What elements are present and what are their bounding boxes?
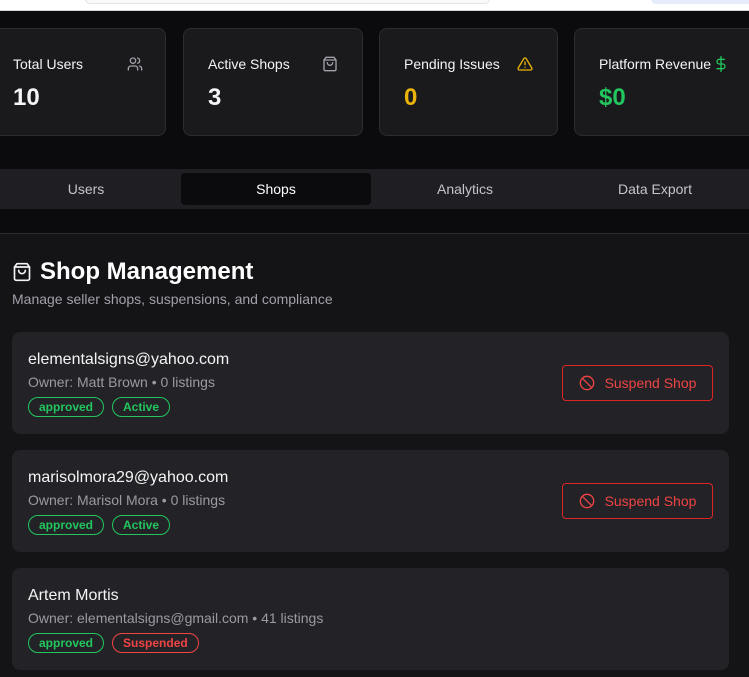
tab-bar: Users Shops Analytics Data Export xyxy=(0,169,749,209)
stat-label: Active Shops xyxy=(208,56,290,72)
stat-label: Platform Revenue xyxy=(599,56,712,72)
stat-label: Total Users xyxy=(13,56,84,72)
shop-owner: Owner: Matt Brown • 0 listings xyxy=(28,374,215,390)
shop-badges: approved Suspended xyxy=(28,633,199,653)
panel-heading: Shop Management xyxy=(12,258,253,286)
shop-owner: Owner: elementalsigns@gmail.com • 41 lis… xyxy=(28,610,324,626)
stat-label: Pending Issues xyxy=(404,56,500,72)
status-badge-approval: approved xyxy=(28,397,105,417)
status-badge-approval: approved xyxy=(28,633,105,653)
top-bar xyxy=(0,0,749,11)
shopping-bag-icon xyxy=(12,262,32,282)
status-badge-active: Active xyxy=(112,397,171,417)
suspend-shop-label: Suspend Shop xyxy=(604,493,697,509)
suspend-shop-label: Suspend Shop xyxy=(604,375,697,391)
page-title: Shop Management xyxy=(40,258,254,285)
users-icon xyxy=(127,56,143,72)
suspend-shop-button[interactable]: Suspend Shop xyxy=(562,365,713,401)
shop-badges: approved Active xyxy=(28,515,171,535)
shop-owner: Owner: Marisol Mora • 0 listings xyxy=(28,492,226,508)
shop-row: elementalsigns@yahoo.com Owner: Matt Bro… xyxy=(12,332,729,434)
tab-analytics[interactable]: Analytics xyxy=(370,173,560,205)
stat-value: 3 xyxy=(208,84,222,111)
search-input[interactable] xyxy=(85,0,490,4)
shop-badges: approved Active xyxy=(28,397,171,417)
status-badge-approval: approved xyxy=(28,515,105,535)
ban-icon xyxy=(579,375,595,391)
shop-row: Artem Mortis Owner: elementalsigns@gmail… xyxy=(12,568,729,670)
stat-card-total-users: Total Users 10 xyxy=(0,28,166,136)
tab-users[interactable]: Users xyxy=(0,173,181,205)
stat-value: 10 xyxy=(13,84,40,111)
panel-description: Manage seller shops, suspensions, and co… xyxy=(12,291,333,307)
shop-name: elementalsigns@yahoo.com xyxy=(28,351,230,368)
stat-value: 0 xyxy=(404,84,418,111)
admin-dashboard: Total Users 10 Active Shops 3 Pending Is… xyxy=(0,0,749,677)
dollar-icon xyxy=(713,56,729,72)
shop-management-panel: Shop Management Manage seller shops, sus… xyxy=(0,233,749,677)
status-badge-active: Active xyxy=(112,515,171,535)
tab-data-export[interactable]: Data Export xyxy=(560,173,749,205)
stat-card-platform-revenue: Platform Revenue $0 xyxy=(574,28,749,136)
shopping-bag-icon xyxy=(322,56,338,72)
stat-card-pending-issues: Pending Issues 0 xyxy=(379,28,558,136)
shop-name: marisolmora29@yahoo.com xyxy=(28,469,229,486)
stat-value: $0 xyxy=(599,84,626,111)
shop-row: marisolmora29@yahoo.com Owner: Marisol M… xyxy=(12,450,729,552)
header-action-button[interactable] xyxy=(651,0,749,4)
shop-name: Artem Mortis xyxy=(28,587,119,604)
suspend-shop-button[interactable]: Suspend Shop xyxy=(562,483,713,519)
tab-shops[interactable]: Shops xyxy=(181,173,371,205)
status-badge-suspended: Suspended xyxy=(112,633,199,653)
ban-icon xyxy=(579,493,595,509)
alert-triangle-icon xyxy=(517,56,533,72)
stat-card-active-shops: Active Shops 3 xyxy=(183,28,363,136)
